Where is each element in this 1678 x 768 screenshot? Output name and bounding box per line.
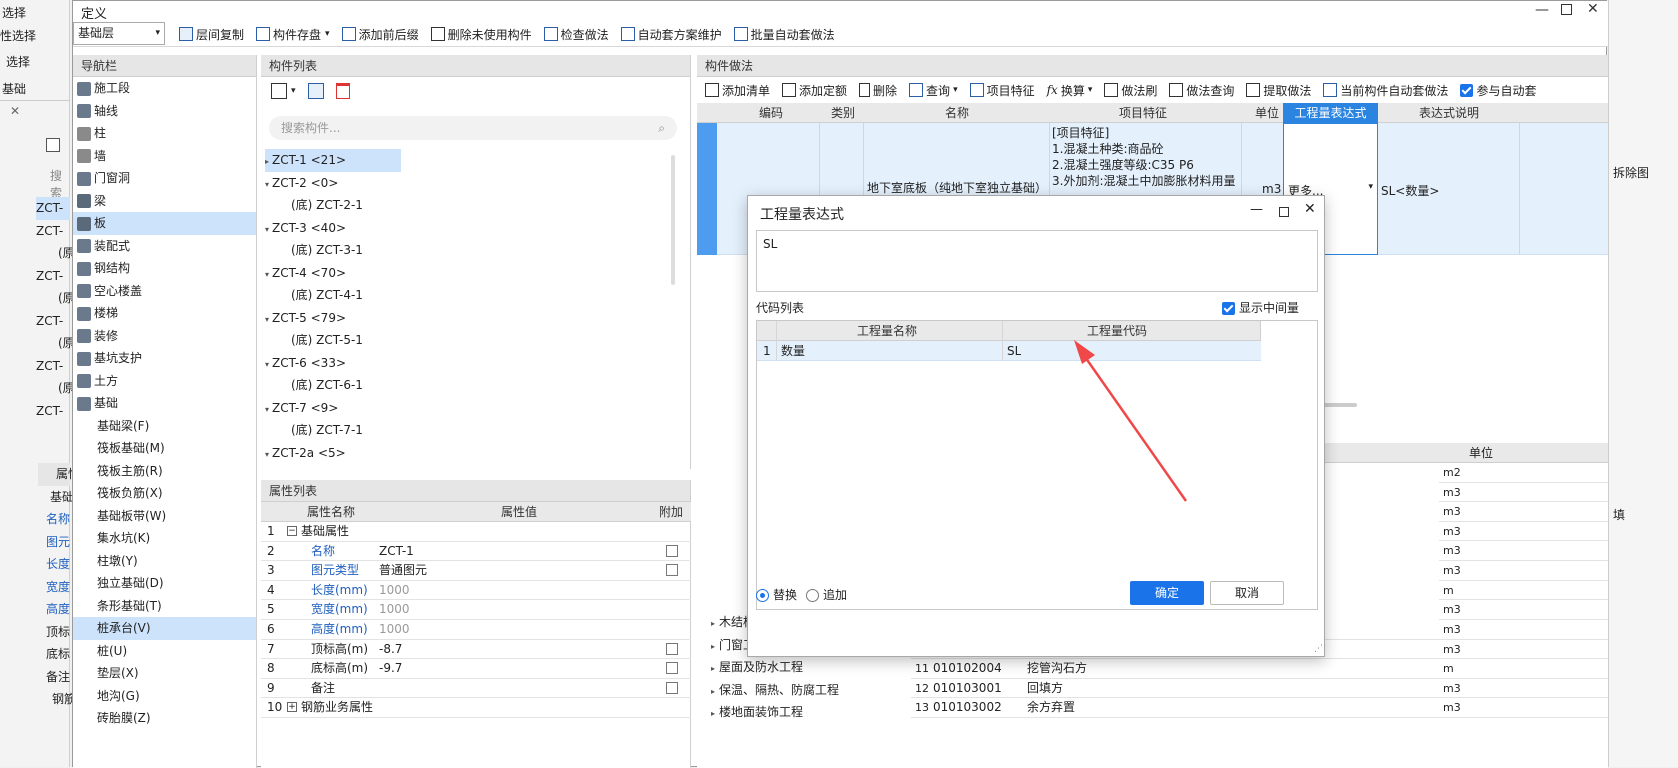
annotation-arrow [1074, 340, 1188, 502]
